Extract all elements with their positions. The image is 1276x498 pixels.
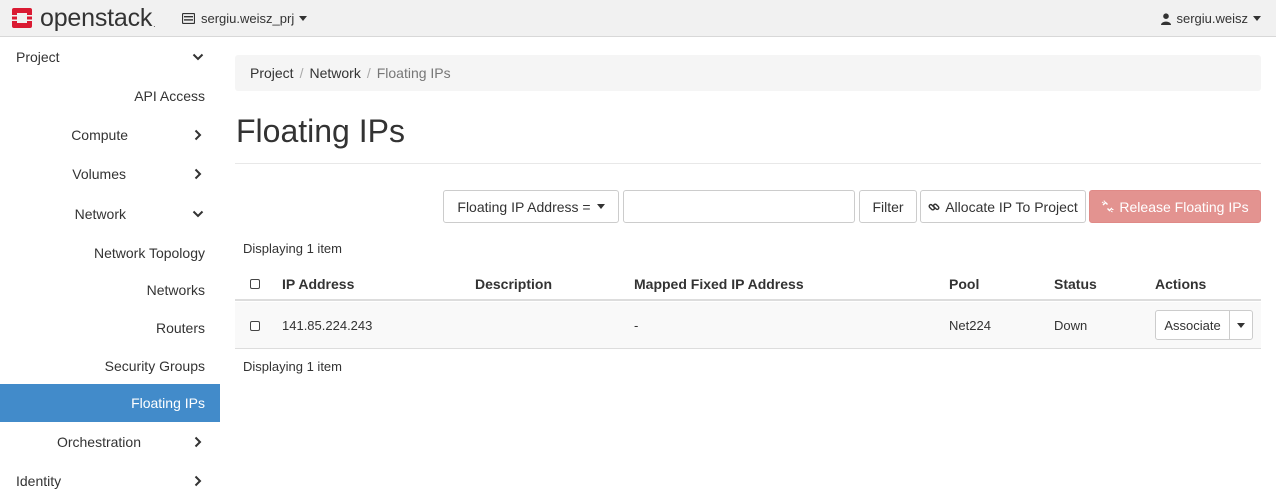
user-menu[interactable]: sergiu.weisz	[1161, 11, 1261, 26]
unlink-icon	[1101, 200, 1114, 213]
column-header-actions: Actions	[1155, 276, 1207, 292]
select-all-checkbox[interactable]	[250, 279, 260, 289]
allocate-ip-label: Allocate IP To Project	[945, 198, 1078, 215]
filter-button[interactable]: Filter	[859, 190, 917, 223]
chevron-down-icon	[192, 53, 204, 61]
breadcrumb-separator: /	[299, 65, 304, 81]
sidebar-item-label: Network	[74, 206, 126, 222]
table-header: IP Address Description Mapped Fixed IP A…	[235, 266, 1261, 301]
row-checkbox[interactable]	[250, 321, 260, 331]
sidebar-item-routers[interactable]: Routers	[0, 309, 220, 347]
chevron-down-icon	[192, 210, 204, 218]
chevron-down-icon	[1237, 322, 1245, 328]
table-row: 141.85.224.243 - Net224 Down Associate	[235, 302, 1261, 349]
cell-status: Down	[1054, 318, 1088, 333]
filter-field-label: Floating IP Address =	[457, 198, 591, 215]
cell-mapped-fixed-ip: -	[634, 318, 639, 333]
chevron-right-icon	[194, 436, 202, 448]
sidebar-item-compute[interactable]: Compute	[0, 116, 220, 154]
chevron-right-icon	[194, 168, 202, 180]
top-navbar: openstack . sergiu.weisz_prj sergiu.weis…	[0, 0, 1276, 37]
brand-mark: .	[153, 19, 156, 29]
filter-input[interactable]	[623, 190, 855, 223]
page-title: Floating IPs	[236, 113, 405, 149]
chevron-right-icon	[194, 475, 202, 487]
breadcrumb: Project / Network / Floating IPs	[235, 55, 1261, 91]
sidebar-item-orchestration[interactable]: Orchestration	[0, 423, 220, 461]
item-count-top: Displaying 1 item	[243, 241, 342, 256]
sidebar-item-label: Floating IPs	[131, 395, 205, 411]
release-floating-ips-label: Release Floating IPs	[1119, 198, 1249, 215]
sidebar-item-label: Volumes	[72, 166, 126, 182]
chevron-right-icon	[194, 129, 202, 141]
sidebar-item-floating-ips[interactable]: Floating IPs	[0, 384, 220, 422]
project-name: sergiu.weisz_prj	[201, 11, 295, 26]
chevron-down-icon	[596, 204, 605, 209]
row-actions-dropdown[interactable]	[1229, 310, 1253, 340]
sidebar-item-label: Routers	[155, 320, 205, 336]
breadcrumb-separator: /	[366, 65, 371, 81]
associate-button[interactable]: Associate	[1155, 310, 1230, 340]
sidebar-item-security-groups[interactable]: Security Groups	[0, 347, 220, 385]
chevron-down-icon	[299, 16, 308, 21]
sidebar-item-network-topology[interactable]: Network Topology	[0, 234, 220, 272]
server-icon	[182, 13, 195, 24]
sidebar-item-label: Orchestration	[56, 434, 141, 450]
sidebar-item-api-access[interactable]: API Access	[0, 77, 220, 115]
breadcrumb-network[interactable]: Network	[309, 65, 360, 81]
column-header-pool[interactable]: Pool	[949, 276, 979, 292]
sidebar-item-identity[interactable]: Identity	[0, 462, 220, 498]
user-name: sergiu.weisz	[1176, 11, 1248, 26]
openstack-logo-icon	[12, 8, 32, 28]
sidebar-item-volumes[interactable]: Volumes	[0, 155, 220, 193]
allocate-ip-button[interactable]: Allocate IP To Project	[920, 190, 1086, 223]
column-header-description[interactable]: Description	[475, 276, 552, 292]
column-header-ip-address[interactable]: IP Address	[282, 276, 354, 292]
filter-field-select[interactable]: Floating IP Address =	[443, 190, 619, 223]
link-icon	[928, 201, 940, 213]
sidebar-item-networks[interactable]: Networks	[0, 271, 220, 309]
chevron-down-icon	[1253, 16, 1261, 21]
cell-ip-address[interactable]: 141.85.224.243	[282, 318, 372, 333]
sidebar-item-label: Network Topology	[93, 245, 205, 261]
user-icon	[1161, 12, 1172, 25]
sidebar-item-label: Compute	[71, 127, 128, 143]
cell-pool: Net224	[949, 318, 991, 333]
column-header-mapped-fixed-ip[interactable]: Mapped Fixed IP Address	[634, 276, 804, 292]
brand-logo[interactable]: openstack .	[10, 5, 156, 31]
breadcrumb-current: Floating IPs	[376, 65, 451, 81]
project-picker[interactable]: sergiu.weisz_prj	[182, 11, 308, 26]
sidebar: Project API Access Compute Volumes Netwo…	[0, 37, 220, 498]
sidebar-item-label: Networks	[146, 282, 205, 298]
sidebar-item-label: API Access	[134, 88, 205, 104]
brand-name: openstack	[40, 3, 153, 32]
sidebar-item-label: Identity	[16, 473, 62, 489]
sidebar-item-project[interactable]: Project	[0, 38, 220, 76]
release-floating-ips-button[interactable]: Release Floating IPs	[1089, 190, 1261, 223]
item-count-bottom: Displaying 1 item	[243, 359, 342, 374]
title-divider	[235, 163, 1261, 164]
column-header-status[interactable]: Status	[1054, 276, 1097, 292]
sidebar-item-label: Project	[16, 49, 60, 65]
breadcrumb-project[interactable]: Project	[250, 65, 294, 81]
sidebar-item-label: Security Groups	[104, 358, 205, 374]
sidebar-item-network[interactable]: Network	[0, 195, 220, 233]
